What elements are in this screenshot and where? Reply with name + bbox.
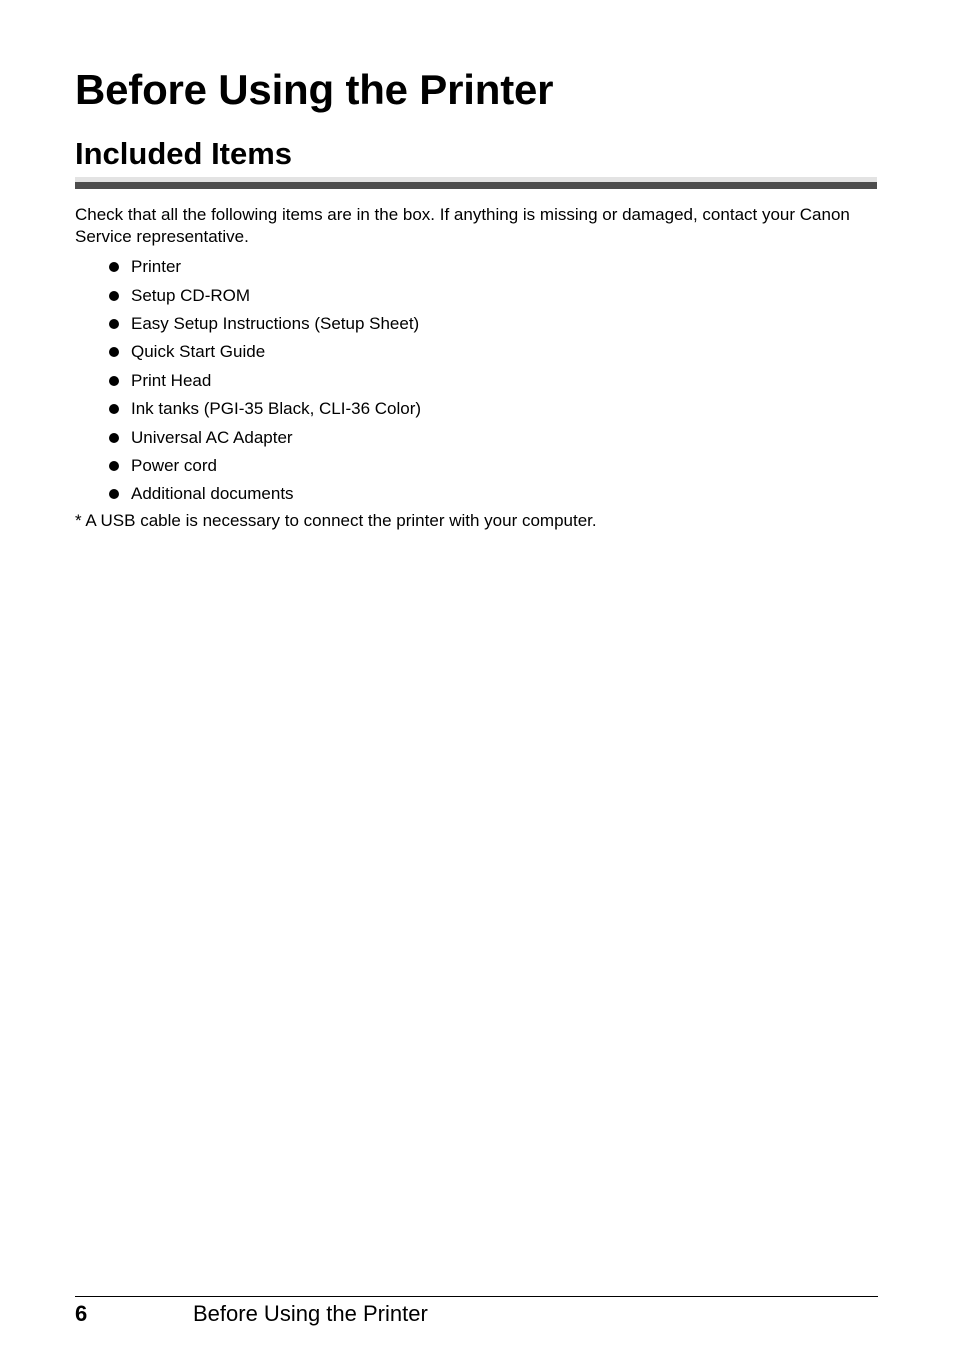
intro-paragraph: Check that all the following items are i…: [75, 205, 850, 246]
included-items-list: Printer Setup CD-ROM Easy Setup Instruct…: [108, 253, 421, 509]
list-item-label: Setup CD-ROM: [131, 285, 251, 305]
list-item-label: Printer: [131, 257, 182, 277]
list-item-label: Universal AC Adapter: [131, 427, 293, 447]
bullet-icon: [109, 290, 119, 301]
list-item-label: Easy Setup Instructions (Setup Sheet): [131, 313, 420, 333]
list-item: Quick Start Guide: [108, 338, 421, 366]
list-item: Ink tanks (PGI-35 Black, CLI-36 Color): [108, 395, 421, 423]
section-rule-dark: [75, 182, 877, 189]
list-item-label: Additional documents: [131, 484, 294, 504]
list-item: Printer: [108, 253, 421, 281]
list-item: Power cord: [108, 452, 421, 480]
list-item-label: Ink tanks (PGI-35 Black, CLI-36 Color): [131, 399, 422, 419]
bullet-icon: [109, 262, 119, 273]
list-item: Additional documents: [108, 480, 421, 508]
bullet-icon: [109, 489, 119, 500]
section-title: Included Items: [75, 136, 293, 171]
bullet-icon: [109, 318, 119, 329]
bullet-icon: [109, 404, 119, 415]
bullet-icon: [109, 460, 119, 471]
page-title: Before Using the Printer: [75, 66, 554, 113]
page-number: 6: [75, 1301, 88, 1326]
usb-cable-note: * A USB cable is necessary to connect th…: [75, 511, 597, 530]
list-item: Universal AC Adapter: [108, 423, 421, 451]
bullet-icon: [109, 432, 119, 443]
list-item: Easy Setup Instructions (Setup Sheet): [108, 310, 421, 338]
list-item-label: Print Head: [131, 370, 212, 390]
bullet-icon: [109, 375, 119, 386]
footer-chapter-title: Before Using the Printer: [193, 1301, 428, 1326]
bullet-icon: [109, 347, 119, 358]
footer-rule: [75, 1296, 878, 1297]
list-item-label: Power cord: [131, 455, 217, 475]
list-item: Setup CD-ROM: [108, 281, 421, 309]
list-item-label: Quick Start Guide: [131, 342, 266, 362]
list-item: Print Head: [108, 367, 421, 395]
